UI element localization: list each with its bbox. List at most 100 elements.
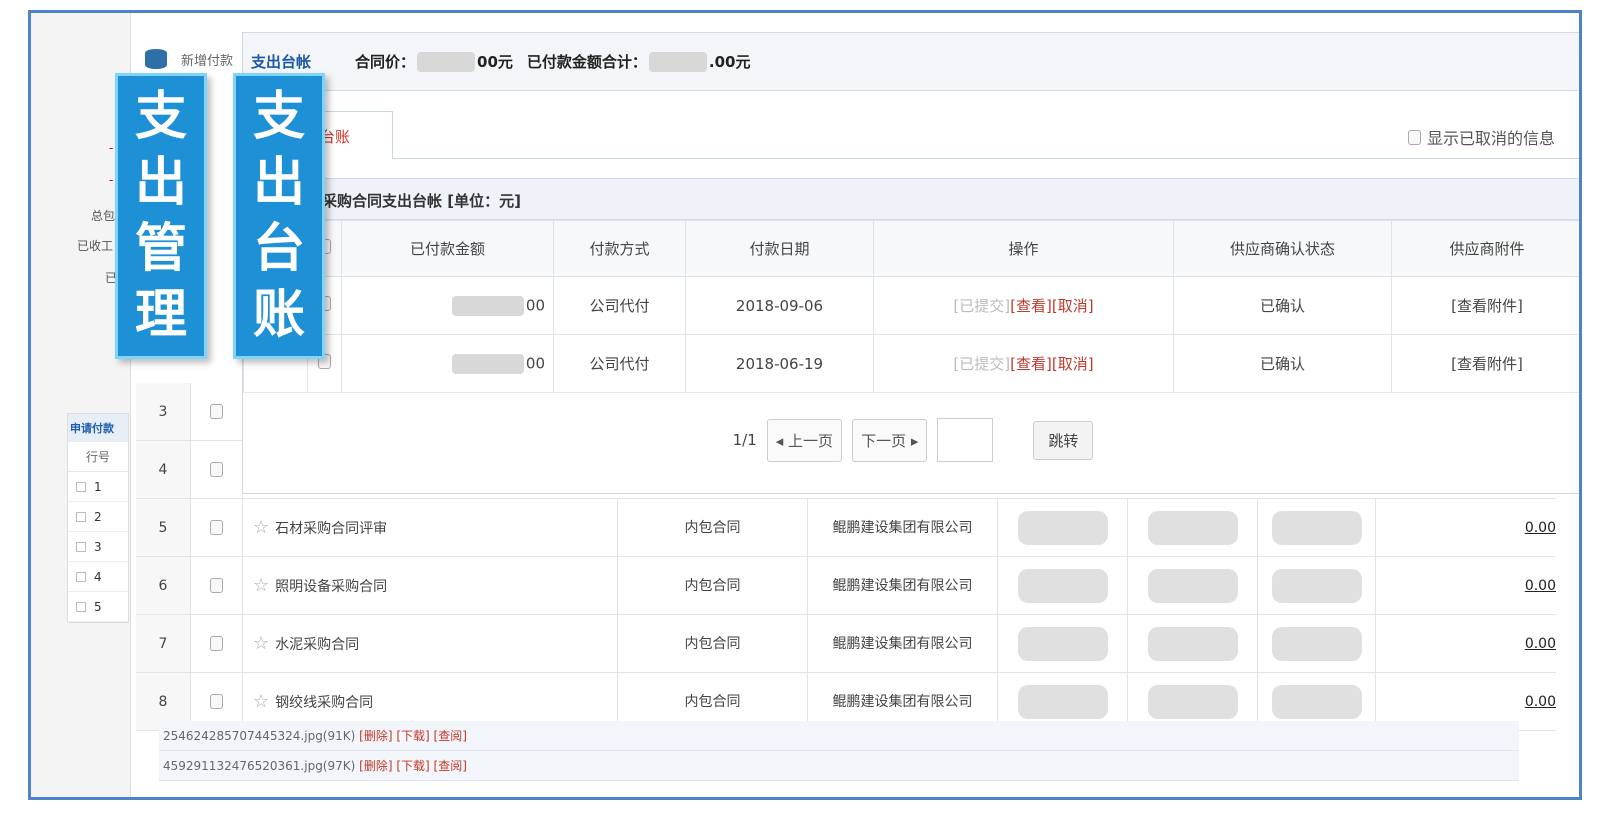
contract-name[interactable]: 水泥采购合同 [275,634,359,654]
left-label: 总包 [91,209,116,223]
subtable-row[interactable]: 3 [68,532,128,562]
col-payment-method: 付款方式 [553,220,686,277]
paid-amount: 00 [525,296,545,314]
table-row[interactable]: 5 ☆ 石材采购合同评审 内包合同 鲲鹏建设集团有限公司 0.00 [136,499,1556,557]
view-link[interactable]: [查看] [1010,297,1052,315]
new-payment-label: 新增付款 [181,53,234,69]
row-checkbox[interactable] [210,520,223,535]
row-checkbox[interactable] [76,601,86,612]
row-checkbox[interactable] [76,541,86,552]
subtable-row[interactable]: 4 [68,562,128,592]
page-number-input[interactable] [937,418,994,462]
row-checkbox[interactable] [76,511,86,522]
contract-type: 内包合同 [618,499,808,556]
view-link[interactable]: [查阅] [434,759,467,773]
cancel-link[interactable]: [取消] [1052,355,1094,373]
cancel-link[interactable]: [取消] [1052,297,1094,315]
redacted-value [648,51,707,72]
company-name: 鲲鹏建设集团有限公司 [808,557,998,614]
subtable-row[interactable]: 1 [68,472,128,502]
file-name: 459291132476520361.jpg(97K) [163,759,356,773]
dialog-title: 支出台帐 [251,53,312,71]
download-link[interactable]: [下载] [396,729,429,743]
pagination: 1/1 ◂ 上一页 下一页 ▸ 跳转 [243,405,1579,475]
attachment-item: 254624285707445324.jpg(91K) [删除] [下载] [查… [159,721,1519,751]
col-payment-date: 付款日期 [685,220,874,277]
row-checkbox[interactable] [76,571,86,582]
jump-button[interactable]: 跳转 [1033,420,1094,460]
redacted-cell [998,615,1128,672]
attachment-item: 459291132476520361.jpg(97K) [删除] [下载] [查… [159,751,1519,781]
expense-management-tag: 支 出 管 理 [115,73,207,359]
contract-name[interactable]: 钢绞线采购合同 [275,692,373,712]
left-label: - [109,141,114,155]
row-number: 6 [136,557,191,614]
download-link[interactable]: [下载] [396,759,429,773]
paid-amount: 00 [525,354,545,372]
row-checkbox[interactable] [210,694,223,709]
paid-total-suffix: .00元 [708,53,751,71]
star-icon[interactable]: ☆ [253,691,269,712]
database-icon [145,49,167,69]
expense-ledger-dialog: 支出台帐 合同价： 00元 已付款金额合计： .00元 台账 显示已取消的信息 … [243,33,1579,493]
star-icon[interactable]: ☆ [253,633,269,654]
dialog-header: 支出台帐 合同价： 00元 已付款金额合计： .00元 [243,33,1579,91]
contract-price-suffix: 00元 [477,53,513,71]
redacted-cell [1258,615,1376,672]
amount-link[interactable]: 0.00 [1376,578,1556,594]
show-cancelled-label: 显示已取消的信息 [1426,129,1555,148]
show-cancelled-checkbox[interactable] [1407,129,1421,145]
table-row[interactable]: 6 ☆ 照明设备采购合同 内包合同 鲲鹏建设集团有限公司 0.00 [136,557,1556,615]
redacted-cell [998,557,1128,614]
contract-name[interactable]: 照明设备采购合同 [275,576,387,596]
redacted-cell [1258,557,1376,614]
redacted-value [451,353,524,374]
payment-date: 2018-06-19 [685,334,874,393]
left-label: 已收工 [77,239,114,253]
paid-total-label: 已付款金额合计： [526,53,647,71]
col-supplier-status: 供应商确认状态 [1173,220,1392,277]
view-link[interactable]: [查看] [1010,355,1052,373]
submitted-label: [已提交] [953,297,1011,315]
row-number: 3 [136,383,191,440]
company-name: 鲲鹏建设集团有限公司 [808,499,998,556]
contract-type: 内包合同 [618,615,808,672]
left-label: - [109,173,114,187]
payment-date: 2018-09-06 [685,276,874,335]
supplier-status: 已确认 [1173,334,1392,393]
row-checkbox[interactable] [210,636,223,651]
contract-name[interactable]: 石材采购合同评审 [275,518,387,538]
table-row[interactable]: 00 公司代付 2018-06-19 [已提交][查看][取消] 已确认 [查看… [243,334,1579,393]
row-checkbox[interactable] [210,462,223,477]
tab-bar: 台账 显示已取消的信息 [243,111,1579,159]
delete-link[interactable]: [删除] [359,759,392,773]
amount-link[interactable]: 0.00 [1376,520,1556,536]
row-checkbox[interactable] [210,578,223,593]
delete-link[interactable]: [删除] [359,729,392,743]
table-row[interactable]: 7 ☆ 水泥采购合同 内包合同 鲲鹏建设集团有限公司 0.00 [136,615,1556,673]
table-row[interactable]: 00 公司代付 2018-09-06 [已提交][查看][取消] 已确认 [查看… [243,276,1579,335]
redacted-cell [1128,615,1258,672]
file-name: 254624285707445324.jpg(91K) [163,729,356,743]
redacted-value [417,51,476,72]
row-checkbox[interactable] [76,481,86,492]
star-icon[interactable]: ☆ [253,517,269,538]
prev-page-button[interactable]: ◂ 上一页 [766,418,843,462]
redacted-value [451,295,524,316]
row-checkbox[interactable] [210,404,223,419]
row-number: 4 [136,441,191,498]
next-page-button[interactable]: 下一页 ▸ [852,418,928,462]
star-icon[interactable]: ☆ [253,575,269,596]
amount-link[interactable]: 0.00 [1376,694,1556,710]
subtable-header: 行号 [68,442,128,472]
view-attachment-link[interactable]: [查看附件] [1391,276,1579,335]
view-link[interactable]: [查阅] [434,729,467,743]
subtable-row[interactable]: 5 [68,592,128,622]
amount-link[interactable]: 0.00 [1376,636,1556,652]
show-cancelled-toggle[interactable]: 显示已取消的信息 [1407,125,1555,149]
subtable-row[interactable]: 2 [68,502,128,532]
col-operations: 操作 [873,220,1174,277]
page-indicator: 1/1 [732,431,757,449]
expense-ledger-tag: 支 出 台 账 [233,73,325,359]
view-attachment-link[interactable]: [查看附件] [1391,334,1579,393]
